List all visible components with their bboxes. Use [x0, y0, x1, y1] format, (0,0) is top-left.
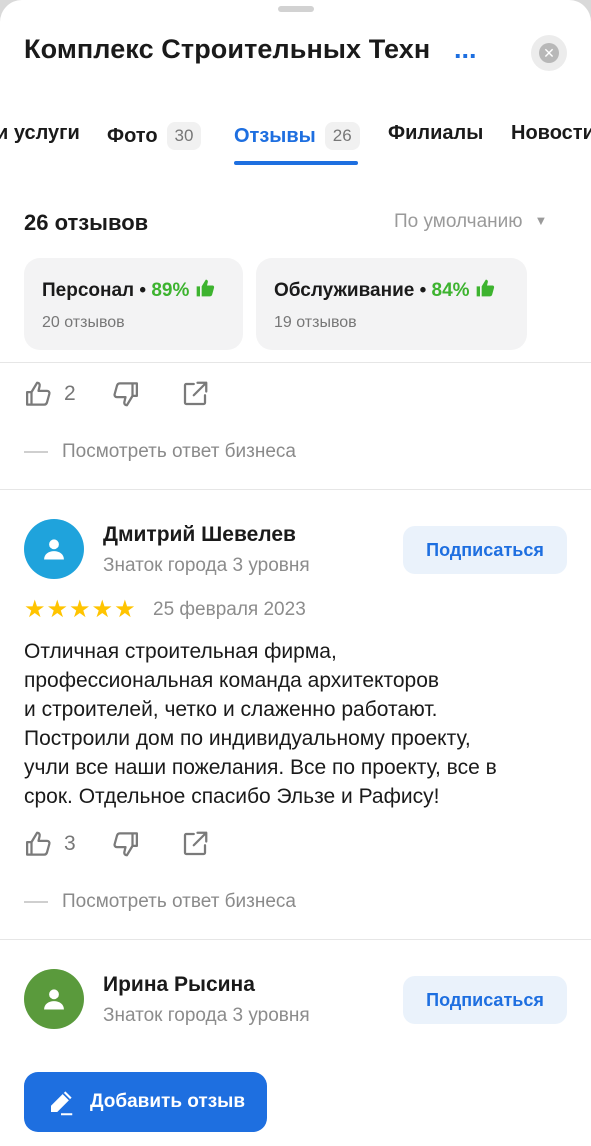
user-icon [44, 539, 64, 560]
aspect-percent: 89% [151, 280, 190, 301]
business-reply-link[interactable]: Посмотреть ответ бизнеса [24, 441, 296, 463]
review-date: 25 февраля 2023 [153, 599, 306, 620]
tab-services[interactable]: и услуги [0, 122, 80, 145]
dislike-icon[interactable] [110, 379, 140, 409]
review-text-line: и строителей, четко и слаженно работают. [24, 698, 438, 721]
tab-label: Отзывы [234, 124, 316, 147]
aspect-reviews: 20 отзывов [42, 314, 125, 331]
thumb-up-icon [476, 279, 494, 297]
aspect-title: Персонал • 89% [42, 278, 243, 302]
title-ellipsis[interactable]: ... [454, 34, 477, 65]
review-text-line: учли все наши пожелания. Все по проекту,… [24, 756, 497, 779]
close-button[interactable]: ✕ [531, 35, 567, 71]
like-icon[interactable] [24, 829, 54, 859]
tab-news[interactable]: Новости [511, 122, 591, 145]
tab-count: 26 [324, 122, 360, 150]
dash-decoration [24, 451, 48, 453]
star-icon: ★ [91, 596, 114, 623]
star-icon: ★ [114, 596, 136, 623]
subscribe-button[interactable]: Подписаться [403, 976, 567, 1024]
aspect-name: Обслуживание [274, 280, 415, 301]
avatar[interactable] [24, 969, 84, 1029]
review-actions: 2 [24, 378, 210, 410]
review-text-line: Построили дом по индивидуальному проекту… [24, 727, 471, 750]
subscribe-button[interactable]: Подписаться [403, 526, 567, 574]
active-tab-indicator [234, 161, 358, 165]
author-level: Знаток города 3 уровня [103, 555, 310, 576]
divider [0, 489, 591, 490]
share-icon[interactable] [180, 379, 210, 409]
review-text-line: Отличная строительная фирма, [24, 640, 337, 663]
aspect-reviews: 19 отзывов [274, 314, 357, 331]
page-title: Комплекс Строительных Техн [24, 34, 431, 64]
star-icon: ★ [69, 596, 91, 623]
author-level: Знаток города 3 уровня [103, 1005, 310, 1026]
tab-label: и услуги [0, 122, 80, 144]
pencil-icon [51, 1091, 73, 1116]
dislike-icon[interactable] [110, 829, 140, 859]
review-text-line: профессиональная команда архитекторов [24, 669, 440, 692]
business-reply-link[interactable]: Посмотреть ответ бизнеса [24, 891, 296, 913]
aspect-card-staff[interactable]: Персонал • 89% 20 отзывов [24, 258, 243, 350]
like-count: 3 [64, 832, 76, 855]
dash-decoration [24, 901, 48, 903]
star-icon: ★ [46, 596, 69, 623]
aspect-name: Персонал [42, 280, 135, 301]
close-icon: ✕ [539, 43, 559, 63]
sheet-grabber[interactable] [278, 6, 314, 12]
tab-label: Фото [107, 124, 158, 147]
divider [0, 362, 591, 363]
reviews-count: 26 отзывов [24, 210, 149, 235]
tab-count: 30 [166, 122, 202, 150]
organization-sheet: Комплекс Строительных Техн ... ✕ и услуг… [0, 0, 591, 1146]
share-icon[interactable] [180, 829, 210, 859]
business-reply-label: Посмотреть ответ бизнеса [62, 891, 297, 912]
sort-label: По умолчанию [394, 211, 523, 232]
star-icon: ★ [24, 596, 46, 623]
aspect-card-service[interactable]: Обслуживание • 84% 19 отзывов [256, 258, 527, 350]
tab-label: Филиалы [388, 122, 484, 144]
rating-stars: ★ ★ ★ ★ ★ [24, 598, 137, 622]
review-author[interactable]: Ирина Рысина [103, 973, 255, 997]
review-text-line: срок. Отдельное спасибо Эльзе и Рафису! [24, 785, 440, 808]
like-count: 2 [64, 382, 76, 405]
user-icon [44, 989, 64, 1010]
add-review-label: Добавить отзыв [90, 1091, 246, 1112]
sort-dropdown[interactable]: По умолчанию ▼ [394, 211, 547, 233]
thumb-up-icon [196, 279, 214, 297]
chevron-down-icon: ▼ [534, 213, 548, 228]
aspect-title: Обслуживание • 84% [274, 278, 527, 302]
tab-reviews[interactable]: Отзывы 26 [234, 122, 360, 150]
review-actions: 3 [24, 828, 210, 860]
tab-label: Новости [511, 122, 591, 144]
like-icon[interactable] [24, 379, 54, 409]
review-text: Отличная строительная фирма, профессиона… [24, 637, 574, 811]
add-review-button[interactable]: Добавить отзыв [24, 1072, 267, 1132]
divider [0, 939, 591, 940]
avatar[interactable] [24, 519, 84, 579]
tabs-bar: и услуги Фото 30 Отзывы 26 Филиалы Новос… [0, 118, 591, 168]
review-author[interactable]: Дмитрий Шевелев [103, 523, 296, 547]
business-reply-label: Посмотреть ответ бизнеса [62, 441, 297, 462]
tab-photo[interactable]: Фото 30 [107, 122, 202, 150]
tab-branches[interactable]: Филиалы [388, 122, 483, 145]
aspect-percent: 84% [431, 280, 470, 301]
